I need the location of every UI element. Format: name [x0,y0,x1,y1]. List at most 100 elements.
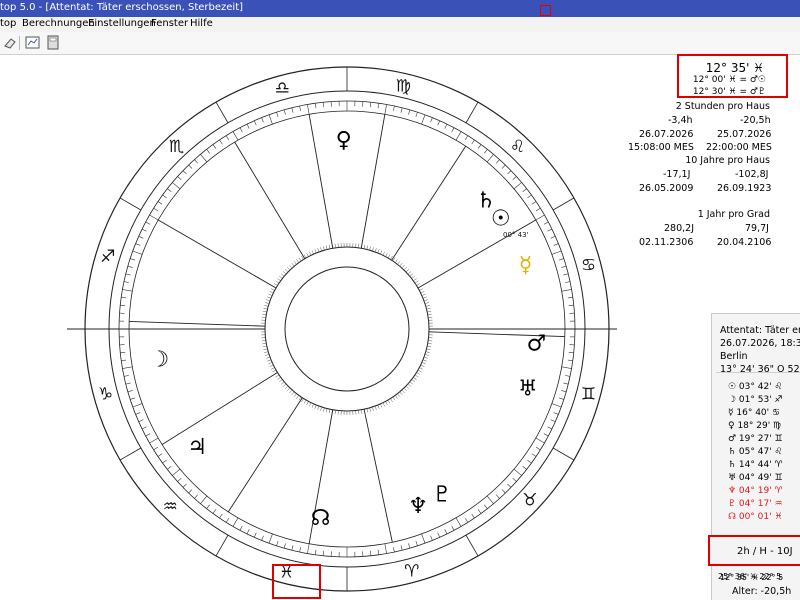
inner-tick [427,349,431,350]
degree-tick [513,478,517,481]
inner-ring-outer [265,247,429,411]
sign-divider [553,448,574,460]
degree-tick [142,427,146,429]
degree-tick [247,124,249,128]
inner-tick [264,308,268,309]
calculator-icon[interactable] [45,35,61,50]
degree-tick [401,545,402,550]
inner-tick [388,400,390,403]
astro-chart[interactable]: ♍♌♋♊♉♈♓♒♑♐♏♎♀♄☉☿♂♅♇♆☊♃☽00° 43' [0,55,660,599]
zodiac-sign-glyph: ♊ [581,385,596,405]
degree-tick [136,244,141,246]
degree-tick [563,274,568,275]
degree-tick [139,236,144,238]
degree-tick [370,102,371,107]
house-cusp-line [392,146,466,260]
degree-tick [378,550,379,555]
inner-tick [283,271,286,274]
degree-tick [496,160,499,164]
inner-tick [281,274,284,277]
eraser-icon[interactable] [2,35,18,50]
inner-tick [370,246,371,250]
degree-tick [456,132,461,141]
degree-tick [385,104,387,114]
inner-tick [307,401,309,405]
degree-tick [189,489,192,493]
degree-tick [126,274,131,275]
degree-tick [315,550,316,555]
inner-tick [262,343,266,344]
degree-tick [378,103,379,108]
inner-tick [383,403,385,407]
degree-tick [561,390,566,391]
degree-tick [213,509,216,513]
degree-tick [554,413,559,415]
house-cusp-line [361,114,385,248]
degree-tick [126,383,131,384]
inner-tick [318,406,319,410]
inner-tick [372,247,373,251]
inner-tick [277,377,280,379]
degree-tick [536,447,540,450]
years-value-b: -102,8J [735,169,768,180]
degree-tick [233,518,238,527]
inner-tick [279,379,282,381]
inner-tick [415,281,418,283]
inner-tick [268,294,272,296]
degree-tick [133,404,142,407]
degree-tick [172,469,180,475]
degree-tick [565,282,570,283]
position-sub-2: 12° 30' ♓ = ♂♇ [693,87,766,97]
sign-divider [466,102,478,123]
zodiac-sign-glyph: ♐ [100,247,115,267]
menu-item-top[interactable]: top [0,18,16,29]
planet-row: ☉ 03° 42' ♌ [728,382,783,392]
degree-tick [154,208,158,211]
degree-tick [150,215,159,220]
degree-tick [569,352,574,353]
menu-item-fenster[interactable]: Fenster [151,18,188,29]
inner-tick [419,367,423,369]
inner-tick [375,406,376,410]
inner-tick [304,400,306,403]
degree-tick [121,360,126,361]
degree-tick [487,154,493,162]
menu-item-einstellungen[interactable]: Einstellungen [88,18,156,29]
inner-tick [276,375,279,377]
menu-item-hilfe[interactable]: Hilfe [190,18,213,29]
inner-tick [273,370,276,372]
inner-tick [296,395,298,398]
degree-tick [544,222,548,224]
degree-tick [431,118,433,123]
degree-tick [536,215,545,220]
menu-item-berechnungen[interactable]: Berechnungen [22,18,95,29]
inner-tick [320,247,321,251]
inner-tick [426,352,430,353]
zodiac-sign-glyph: ♌ [510,137,525,157]
degree-tick [292,108,293,113]
years-per-house-title: 10 Jahre pro Haus [660,155,770,166]
degree-tick [563,383,568,384]
inner-tick [425,354,429,355]
degree-value-a: 280,2J [664,223,694,234]
degree-tick [262,536,264,541]
degree-tick [120,352,125,353]
inner-tick [404,388,407,391]
inner-tick [264,349,268,350]
chart-icon[interactable] [25,35,41,50]
inner-tick [372,407,373,411]
inner-tick [426,305,430,306]
inner-tick [380,250,382,254]
inner-tick [408,271,411,274]
degree-tick [233,132,238,141]
inner-tick [323,246,324,250]
date-6: 20.04.2106 [717,237,771,248]
planet-row: ♄ 05° 47' ♌ [728,447,783,457]
inner-tick [271,367,275,369]
degree-tick [502,165,505,169]
planet-glyph: ☽ [149,348,169,373]
inner-tick [410,382,413,385]
position-info-box: 12° 35' ♓ 12° 00' ♓ = ♂☉ 12° 30' ♓ = ♂♇ [677,54,788,98]
degree-tick [154,447,158,450]
inner-tick [417,372,420,374]
